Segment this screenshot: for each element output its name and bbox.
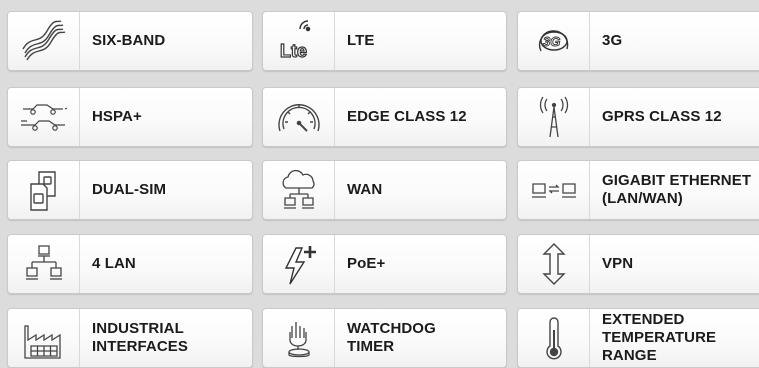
- speedometer-icon: [274, 95, 324, 139]
- hand-button-icon: [274, 316, 324, 360]
- feature-label: INDUSTRIAL INTERFACES: [92, 320, 189, 355]
- feature-tile-extended-temperature: EXTENDED TEMPERATURE RANGE: [517, 308, 759, 368]
- feature-tile-vpn: VPN: [517, 234, 759, 294]
- feature-tile-gprs: GPRS CLASS 12: [517, 87, 759, 147]
- feature-tile-poe: PoE+: [262, 234, 507, 294]
- feature-label: VPN: [602, 255, 634, 272]
- feature-label: HSPA+: [92, 108, 142, 125]
- lightning-plus-icon: [274, 242, 324, 286]
- sim-cards-icon: [19, 168, 69, 212]
- feature-tile-edge: EDGE CLASS 12: [262, 87, 507, 147]
- feature-label: EXTENDED TEMPERATURE RANGE: [602, 311, 717, 364]
- feature-label: DUAL-SIM: [92, 181, 167, 198]
- cloud-network-icon: [274, 168, 324, 212]
- ethernet-icon: [529, 168, 579, 212]
- feature-tile-4-lan: 4 LAN: [7, 234, 253, 294]
- lan-network-icon: [19, 242, 69, 286]
- 3g-icon: 3G: [529, 19, 579, 63]
- lte-icon: Lte: [279, 19, 324, 62]
- feature-tile-gigabit-ethernet: GIGABIT ETHERNET (LAN/WAN): [517, 160, 759, 220]
- feature-tile-lte: Lte LTE: [262, 11, 507, 71]
- feature-label: EDGE CLASS 12: [347, 108, 467, 125]
- feature-label: WATCHDOG TIMER: [347, 320, 436, 355]
- feature-tile-dual-sim: DUAL-SIM: [7, 160, 253, 220]
- feature-tile-watchdog-timer: WATCHDOG TIMER: [262, 308, 507, 368]
- feature-tile-wan: WAN: [262, 160, 507, 220]
- waves-icon: [19, 19, 69, 63]
- feature-label: LTE: [347, 32, 375, 49]
- antenna-tower-icon: [529, 95, 579, 139]
- feature-tile-3g: 3G 3G: [517, 11, 759, 71]
- feature-label: PoE+: [347, 255, 386, 272]
- hspa-cars-icon: [19, 95, 69, 139]
- factory-icon: [19, 316, 69, 360]
- feature-tile-hspa: HSPA+: [7, 87, 253, 147]
- feature-label: GPRS CLASS 12: [602, 108, 722, 125]
- svg-text:3G: 3G: [543, 34, 560, 49]
- feature-label: 4 LAN: [92, 255, 136, 272]
- feature-tile-industrial-interfaces: INDUSTRIAL INTERFACES: [7, 308, 253, 368]
- feature-label: SIX-BAND: [92, 32, 166, 49]
- thermometer-icon: [529, 316, 579, 360]
- feature-label: 3G: [602, 32, 623, 49]
- vertical-arrows-icon: [529, 242, 579, 286]
- feature-tile-six-band: SIX-BAND: [7, 11, 253, 71]
- svg-text:Lte: Lte: [280, 41, 307, 61]
- feature-label: WAN: [347, 181, 383, 198]
- feature-label: GIGABIT ETHERNET (LAN/WAN): [602, 172, 752, 207]
